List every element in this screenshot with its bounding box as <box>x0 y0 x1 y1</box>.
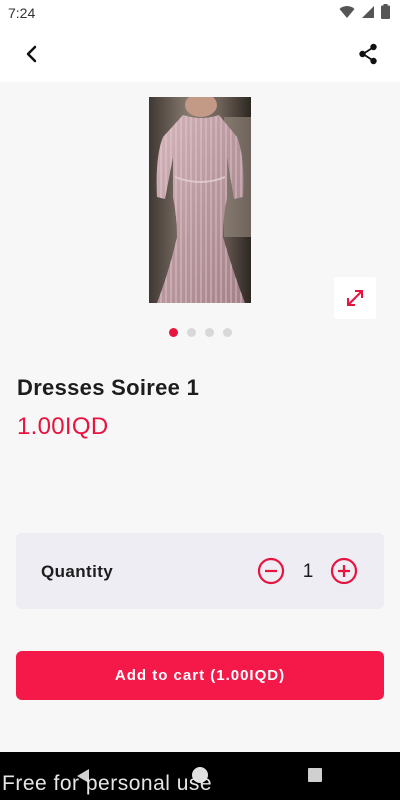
carousel-dot[interactable] <box>204 328 214 337</box>
expand-button[interactable] <box>334 277 376 319</box>
carousel-dot[interactable] <box>186 328 196 337</box>
quantity-value: 1 <box>302 561 314 582</box>
app-bar <box>0 26 400 82</box>
status-bar: 7:24 <box>0 0 400 26</box>
wifi-icon <box>339 5 355 18</box>
share-button[interactable] <box>354 40 382 68</box>
signal-icon <box>362 5 374 18</box>
product-detail: Dresses Soiree 1 1.00IQD Quantity 1 Add … <box>0 82 400 752</box>
expand-icon <box>347 290 363 306</box>
image-carousel[interactable] <box>0 82 400 319</box>
watermark-text: Free for personal use <box>2 772 213 795</box>
decrease-quantity-button[interactable] <box>257 557 285 585</box>
share-icon <box>359 43 377 65</box>
status-time: 7:24 <box>8 5 36 21</box>
back-button[interactable] <box>18 40 46 68</box>
status-icons <box>339 4 390 19</box>
product-title: Dresses Soiree 1 <box>17 375 200 400</box>
quantity-card: Quantity 1 <box>16 533 384 609</box>
carousel-dot-active[interactable] <box>168 328 178 337</box>
add-to-cart-button[interactable]: Add to cart (1.00IQD) <box>16 651 384 700</box>
carousel-indicator <box>0 328 400 337</box>
battery-icon <box>381 4 390 19</box>
product-image[interactable] <box>149 97 251 303</box>
quantity-label: Quantity <box>41 562 114 581</box>
nav-recents-icon[interactable] <box>308 768 322 782</box>
dress-photo <box>149 97 251 303</box>
increase-quantity-button[interactable] <box>330 557 358 585</box>
product-price: 1.00IQD <box>17 413 109 440</box>
chevron-left-icon <box>26 45 37 63</box>
carousel-dot[interactable] <box>222 328 232 337</box>
